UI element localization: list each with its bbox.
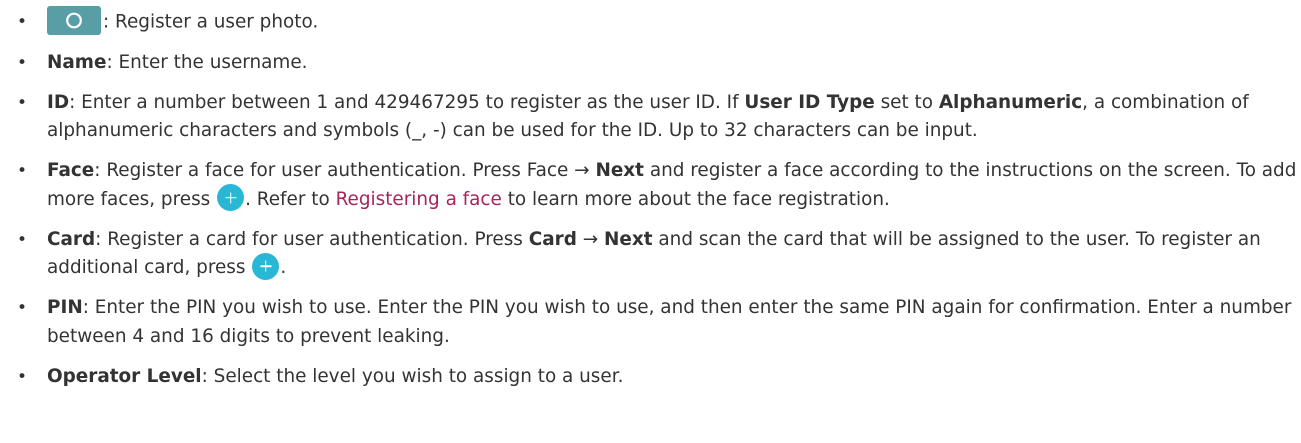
term-id: ID — [47, 91, 70, 113]
bullet: • — [17, 229, 28, 250]
term-face: Face — [47, 160, 95, 181]
term-next-2: Next — [604, 228, 653, 250]
card-description-4: . — [280, 257, 287, 278]
pin-description: : Enter the PIN you wish to use. Enter t… — [47, 297, 1292, 347]
term-alphanumeric: Alphanumeric — [938, 91, 1083, 113]
camera-icon — [47, 6, 101, 35]
face-description-4: to learn more about the face registratio… — [501, 188, 890, 210]
list-item-card: • Card: Register a card for user authent… — [0, 226, 1301, 283]
list-item-pin: • PIN: Enter the PIN you wish to use. En… — [0, 294, 1301, 351]
id-description-2: set to — [874, 91, 939, 113]
list-item-id: • ID: Enter a number between 1 and 42946… — [0, 89, 1301, 146]
operator-level-description: : Select the level you wish to assign to… — [201, 365, 624, 387]
registering-a-face-link[interactable]: Registering a face — [336, 189, 502, 210]
bullet: • — [17, 92, 28, 113]
photo-description: : Register a user photo. — [103, 11, 319, 33]
name-description: : Enter the username. — [106, 51, 308, 73]
term-next: Next — [595, 160, 644, 181]
face-description-1: : Register a face for user authenticatio… — [94, 160, 596, 181]
bullet: • — [17, 366, 28, 387]
camera-glyph — [66, 12, 82, 29]
list-item-face: • Face: Register a face for user authent… — [0, 157, 1301, 214]
list-item-name: • Name: Enter the username. — [0, 49, 1301, 78]
plus-circle-icon — [252, 252, 280, 280]
term-operator-level: Operator Level — [47, 365, 202, 387]
bullet: • — [17, 161, 28, 181]
term-pin: PIN — [47, 297, 83, 318]
document-body: • : Register a user photo. • Name: Enter… — [0, 0, 1301, 443]
term-card: Card — [47, 228, 96, 250]
field-description-list: • : Register a user photo. • Name: Enter… — [0, 0, 1301, 391]
bullet: • — [17, 52, 28, 73]
term-name: Name — [47, 51, 107, 73]
id-description-1: : Enter a number between 1 and 429467295… — [69, 91, 745, 113]
bullet: • — [17, 298, 28, 318]
term-card-2: Card — [528, 228, 577, 250]
card-description-2: → — [576, 228, 605, 250]
plus-circle-icon — [217, 184, 245, 211]
face-description-3: . Refer to — [245, 188, 336, 210]
term-user-id-type: User ID Type — [744, 91, 875, 113]
card-description-1: : Register a card for user authenticatio… — [95, 228, 529, 250]
list-item-photo: • : Register a user photo. — [0, 6, 1301, 37]
bullet: • — [17, 12, 28, 32]
list-item-operator-level: • Operator Level: Select the level you w… — [0, 363, 1301, 392]
